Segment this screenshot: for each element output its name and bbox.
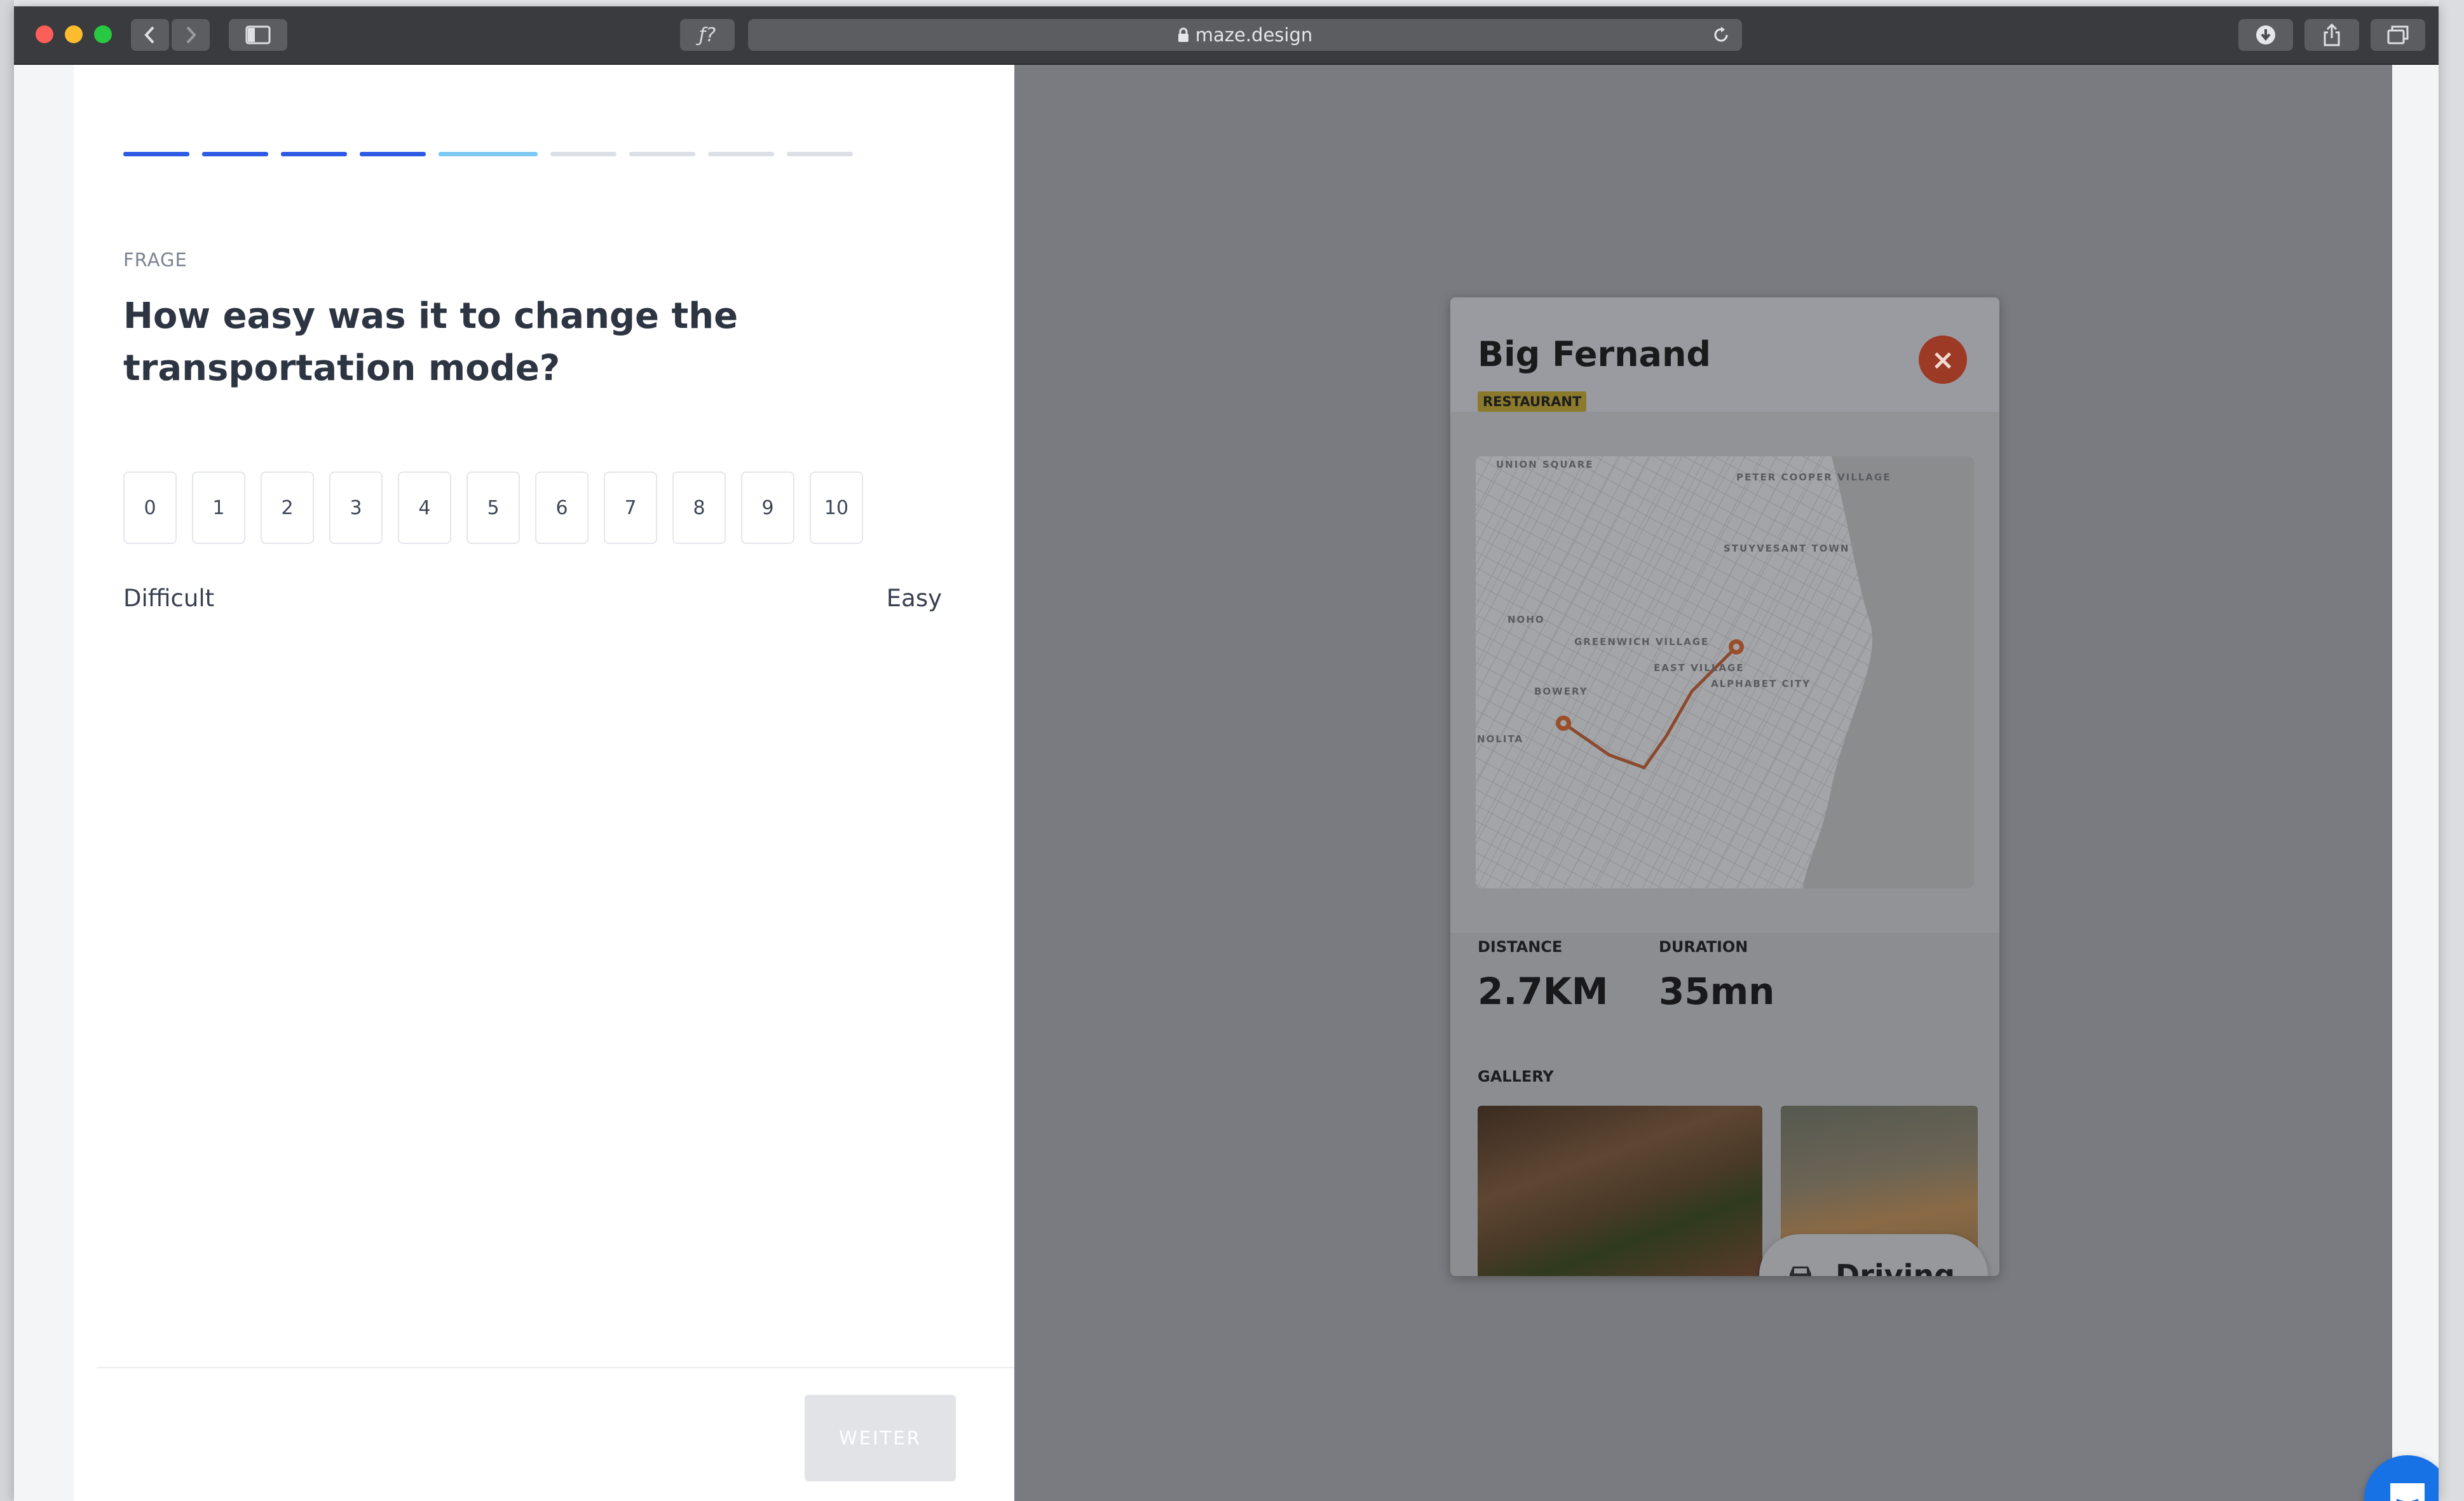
- close-icon[interactable]: ×: [1919, 336, 1967, 384]
- rating-option[interactable]: 0: [123, 472, 177, 544]
- reader-button[interactable]: ƒ?: [680, 19, 735, 51]
- progress-segment: [281, 152, 347, 156]
- share-icon: [2324, 23, 2340, 46]
- map-label: EAST VILLAGE: [1654, 662, 1745, 674]
- map-label: NOHO: [1508, 614, 1545, 625]
- progress-bar: [123, 152, 853, 156]
- transport-mode-label: Driving: [1835, 1258, 1956, 1276]
- back-button[interactable]: [131, 19, 169, 51]
- forward-button[interactable]: [172, 19, 210, 51]
- chevron-left-icon: [144, 26, 154, 44]
- map-graphic: UNION SQUARE PETER COOPER VILLAGE STUYVE…: [1476, 456, 1974, 888]
- duration-value: 35mn: [1659, 970, 1775, 1013]
- share-button[interactable]: [2304, 19, 2359, 51]
- rating-option[interactable]: 6: [535, 472, 589, 544]
- chevron-right-icon: [186, 26, 196, 44]
- place-title: Big Fernand: [1478, 334, 1712, 374]
- scale-min-label: Difficult: [123, 585, 215, 612]
- rating-option[interactable]: 4: [398, 472, 451, 544]
- map-label: PETER COOPER VILLAGE: [1736, 472, 1891, 483]
- lock-icon: [1178, 27, 1188, 42]
- zoom-window-button[interactable]: [94, 25, 112, 43]
- footer-divider: [97, 1367, 1014, 1368]
- desktop-edge-right: [2439, 0, 2464, 1501]
- close-window-button[interactable]: [36, 25, 53, 43]
- scale-max-label: Easy: [886, 585, 942, 612]
- minimize-window-button[interactable]: [65, 25, 83, 43]
- rating-option[interactable]: 7: [604, 472, 657, 544]
- gallery-photo[interactable]: [1478, 1106, 1762, 1276]
- progress-segment: [360, 152, 426, 156]
- browser-window: ƒ? maze.design FRAGE How easy was it to …: [14, 6, 2439, 1501]
- rating-option[interactable]: 2: [261, 472, 314, 544]
- browser-toolbar: ƒ? maze.design: [14, 6, 2439, 65]
- next-button[interactable]: WEITER: [805, 1395, 956, 1481]
- question-text: How easy was it to change the transporta…: [123, 295, 739, 389]
- rating-scale: 0 1 2 3 4 5 6 7 8 9 10: [123, 472, 863, 544]
- car-icon: [1790, 1267, 1811, 1276]
- sidebar-icon: [245, 25, 271, 44]
- rating-option[interactable]: 10: [810, 472, 863, 544]
- map-label: ALPHABET CITY: [1711, 678, 1811, 689]
- map-label: BOWERY: [1534, 686, 1588, 697]
- map-label: GREENWICH VILLAGE: [1574, 636, 1709, 648]
- rating-option[interactable]: 8: [672, 472, 726, 544]
- desktop-edge-left: [0, 0, 14, 1501]
- map-label: NOLITA: [1477, 733, 1523, 745]
- progress-segment: [550, 152, 616, 156]
- duration-label: DURATION: [1659, 938, 1748, 956]
- prototype-screen[interactable]: Big Fernand RESTAURANT × UNION SQUARE PE…: [1450, 297, 1999, 1276]
- transport-mode-button[interactable]: Driving: [1759, 1234, 1988, 1276]
- rating-option[interactable]: 9: [741, 472, 794, 544]
- gallery-label: GALLERY: [1478, 1068, 1554, 1085]
- reader-label: ƒ?: [698, 24, 716, 46]
- downloads-button[interactable]: [2238, 19, 2293, 51]
- rating-option[interactable]: 1: [192, 472, 245, 544]
- progress-segment: [787, 152, 853, 156]
- address-bar[interactable]: maze.design: [748, 19, 1742, 51]
- route-map: UNION SQUARE PETER COOPER VILLAGE STUYVE…: [1476, 456, 1974, 888]
- distance-value: 2.7KM: [1478, 970, 1609, 1013]
- rating-option[interactable]: 3: [329, 472, 383, 544]
- progress-segment: [202, 152, 268, 156]
- progress-segment: [629, 152, 695, 156]
- question-eyebrow: FRAGE: [123, 249, 187, 271]
- distance-label: DISTANCE: [1478, 938, 1563, 956]
- reload-icon[interactable]: [1712, 25, 1731, 45]
- chat-bubble-icon: [2390, 1483, 2425, 1501]
- url-text: maze.design: [1195, 24, 1313, 46]
- place-category-badge: RESTAURANT: [1478, 391, 1587, 412]
- right-gutter: [2392, 65, 2439, 1501]
- rating-option[interactable]: 5: [466, 472, 520, 544]
- progress-segment: [708, 152, 774, 156]
- map-label: UNION SQUARE: [1496, 459, 1594, 470]
- sidebar-toggle-button[interactable]: [229, 19, 287, 51]
- page-content: FRAGE How easy was it to change the tran…: [14, 65, 2439, 1501]
- download-icon: [2256, 25, 2275, 44]
- progress-segment: [439, 152, 538, 156]
- question-panel: [74, 65, 1014, 1501]
- tabs-icon: [2387, 25, 2409, 44]
- map-label: STUYVESANT TOWN: [1724, 543, 1849, 554]
- progress-segment: [123, 152, 189, 156]
- tabs-overview-button[interactable]: [2371, 19, 2425, 51]
